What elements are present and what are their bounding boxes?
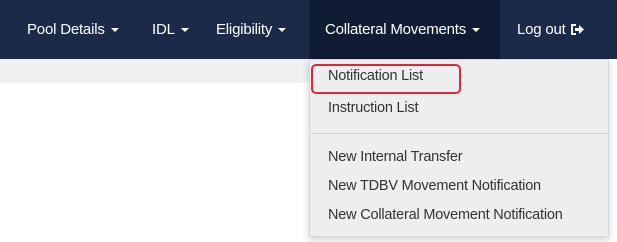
nav-pool-details[interactable]: Pool Details	[27, 0, 119, 59]
nav-eligibility[interactable]: Eligibility	[216, 0, 287, 59]
menu-item-new-tdbv-movement-notification[interactable]: New TDBV Movement Notification	[328, 178, 541, 194]
caret-down-icon	[278, 27, 287, 32]
nav-eligibility-label: Eligibility	[216, 21, 273, 38]
menu-item-new-collateral-movement-notification[interactable]: New Collateral Movement Notification	[328, 207, 563, 223]
nav-logout-label: Log out	[517, 21, 566, 38]
sign-out-icon	[570, 23, 585, 36]
menu-divider	[310, 133, 608, 134]
nav-logout[interactable]: Log out	[517, 0, 585, 59]
caret-down-icon	[110, 27, 119, 32]
content-header-band	[0, 59, 309, 83]
top-navbar: Pool Details IDL Eligibility Collateral …	[0, 0, 617, 59]
menu-item-new-internal-transfer[interactable]: New Internal Transfer	[328, 149, 463, 165]
nav-pool-details-label: Pool Details	[27, 21, 105, 38]
menu-item-instruction-list[interactable]: Instruction List	[328, 100, 418, 116]
nav-idl-label: IDL	[152, 21, 175, 38]
nav-idl[interactable]: IDL	[152, 0, 189, 59]
caret-down-icon	[472, 27, 481, 32]
nav-collateral-movements-label: Collateral Movements	[325, 21, 467, 38]
caret-down-icon	[180, 27, 189, 32]
menu-item-notification-list[interactable]: Notification List	[328, 68, 423, 84]
collateral-movements-dropdown: Notification List Instruction List New I…	[309, 59, 609, 237]
nav-collateral-movements[interactable]: Collateral Movements	[309, 0, 500, 59]
